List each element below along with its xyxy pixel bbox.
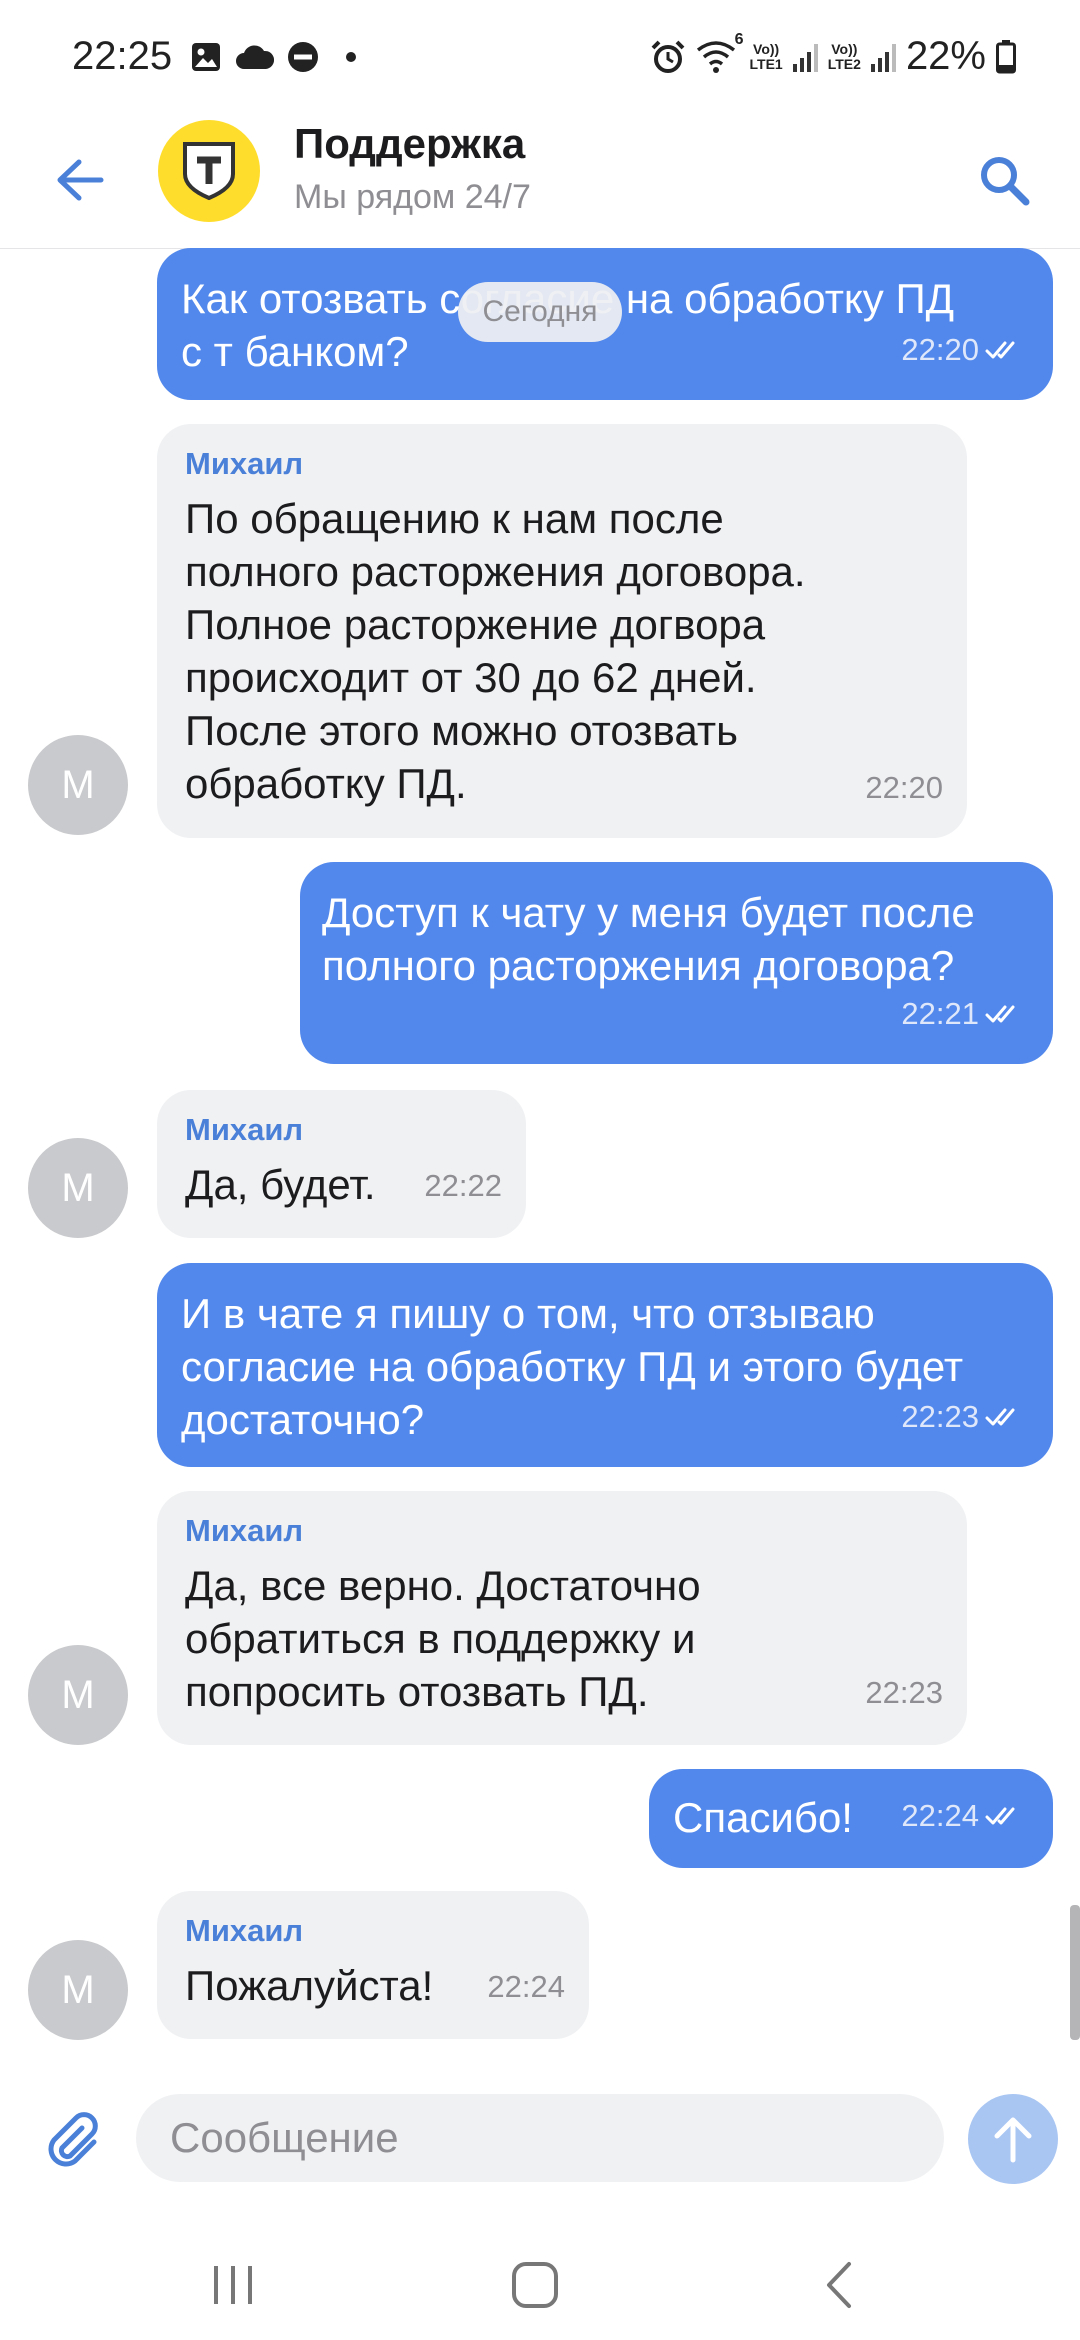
message-time: 22:20 (901, 332, 979, 367)
incoming-message[interactable]: Михаил Да, будет. 22:22 (157, 1090, 526, 1238)
alarm-icon (651, 40, 684, 73)
chevron-left-icon (827, 2262, 851, 2308)
wifi-badge: 6 (734, 30, 744, 48)
back-button[interactable] (44, 144, 116, 216)
message-meta: 22:23 (901, 1390, 1025, 1443)
status-time: 22:25 (72, 34, 173, 78)
message-text-line: Да, все верно. Достаточно (185, 1562, 701, 1609)
message-text-line: Полное расторжение догвора (185, 601, 766, 648)
double-check-icon (985, 1005, 1015, 1022)
back-nav-button[interactable] (794, 2250, 884, 2320)
search-icon (981, 157, 1030, 206)
double-check-icon (985, 341, 1015, 358)
incoming-message[interactable]: Михаил По обращению к нам после полного … (157, 424, 967, 838)
outgoing-message[interactable]: Спасибо! 22:24 (649, 1769, 1053, 1868)
message-text-line: происходит от 30 до 62 дней. (185, 654, 757, 701)
scrollbar[interactable] (1070, 1905, 1080, 2040)
sender-avatar[interactable]: М (28, 1138, 128, 1238)
outgoing-message[interactable]: И в чате я пишу о том, что отзываю согла… (157, 1263, 1053, 1467)
message-time: 22:24 (901, 1798, 979, 1833)
battery-icon (996, 39, 1016, 73)
home-icon (512, 2262, 558, 2308)
attach-button[interactable] (36, 2104, 108, 2176)
sim1-signal-icon (792, 42, 818, 72)
system-icons: 6 Vo)) LTE1 Vo)) LTE2 22% (650, 31, 1016, 79)
sender-name: Михаил (185, 1913, 304, 1948)
message-text-line: По обращению к нам после (185, 495, 724, 542)
message-text-line: полного расторжения договора? (322, 942, 955, 989)
sim1-label: Vo)) LTE1 (749, 40, 783, 72)
sim2-label: Vo)) LTE2 (827, 40, 861, 72)
sender-name: Михаил (185, 446, 304, 481)
home-button[interactable] (490, 2250, 580, 2320)
message-text-line: полного расторжения договора. (185, 548, 806, 595)
message-text-line: согласие на обработку ПД и этого будет (181, 1343, 964, 1390)
message-time: 22:23 (901, 1399, 979, 1434)
sender-name: Михаил (185, 1513, 304, 1548)
message-time: 22:23 (865, 1675, 943, 1710)
incoming-message[interactable]: Михаил Да, все верно. Достаточно обратит… (157, 1491, 967, 1745)
message-time: 22:24 (487, 1969, 565, 2004)
do-not-disturb-icon (288, 42, 318, 72)
status-bar: 22:25 6 Vo)) LTE1 Vo)) LTE2 22% (0, 0, 1080, 120)
chat-subtitle: Мы рядом 24/7 (294, 178, 531, 216)
paperclip-icon (48, 2112, 98, 2167)
message-text-line: Доступ к чату у меня будет после (322, 889, 975, 936)
message-time: 22:20 (865, 770, 943, 805)
double-check-icon (985, 1408, 1015, 1425)
incoming-message[interactable]: Михаил Пожалуйста! 22:24 (157, 1891, 589, 2039)
more-notifications-dot-icon (346, 52, 356, 62)
send-button[interactable] (968, 2094, 1058, 2184)
message-text-line: попросить отозвать ПД. (185, 1668, 649, 1715)
message-meta: 22:20 (901, 323, 1025, 376)
recent-apps-icon (214, 2266, 252, 2304)
sim2-signal-icon (870, 42, 896, 72)
wifi-icon: 6 (696, 31, 744, 75)
search-button[interactable] (964, 140, 1044, 220)
message-text-line: И в чате я пишу о том, что отзываю (181, 1290, 875, 1337)
message-meta: 22:24 (901, 1789, 1025, 1842)
date-separator: Сегодня (458, 282, 622, 342)
sender-avatar[interactable]: М (28, 1940, 128, 2040)
sender-avatar[interactable]: М (28, 1645, 128, 1745)
sender-name: Михаил (185, 1112, 304, 1147)
message-text-line: обработку ПД. (185, 760, 467, 807)
system-navigation-bar (0, 2220, 1080, 2340)
recent-apps-button[interactable] (188, 2250, 278, 2320)
cloud-icon (236, 45, 274, 69)
chat-title[interactable]: Поддержка (294, 120, 525, 168)
outgoing-message[interactable]: Доступ к чату у меня будет после полного… (300, 862, 1053, 1064)
arrow-left-icon (57, 159, 104, 201)
message-time: 22:21 (901, 996, 979, 1031)
sender-avatar[interactable]: М (28, 735, 128, 835)
notification-icons (190, 40, 362, 74)
double-check-icon (985, 1807, 1015, 1824)
message-text-line: обратиться в поддержку и (185, 1615, 696, 1662)
message-text-line: После этого можно отозвать (185, 707, 738, 754)
chat-header: Поддержка Мы рядом 24/7 (0, 120, 1080, 249)
battery-percent: 22% (905, 34, 986, 78)
bank-logo-avatar[interactable] (158, 120, 260, 222)
message-time: 22:22 (424, 1168, 502, 1203)
message-meta: 22:21 (901, 987, 1025, 1040)
gallery-icon (192, 43, 220, 71)
message-input[interactable] (136, 2094, 944, 2182)
shield-logo-icon (183, 142, 235, 201)
arrow-up-icon (994, 2117, 1032, 2163)
